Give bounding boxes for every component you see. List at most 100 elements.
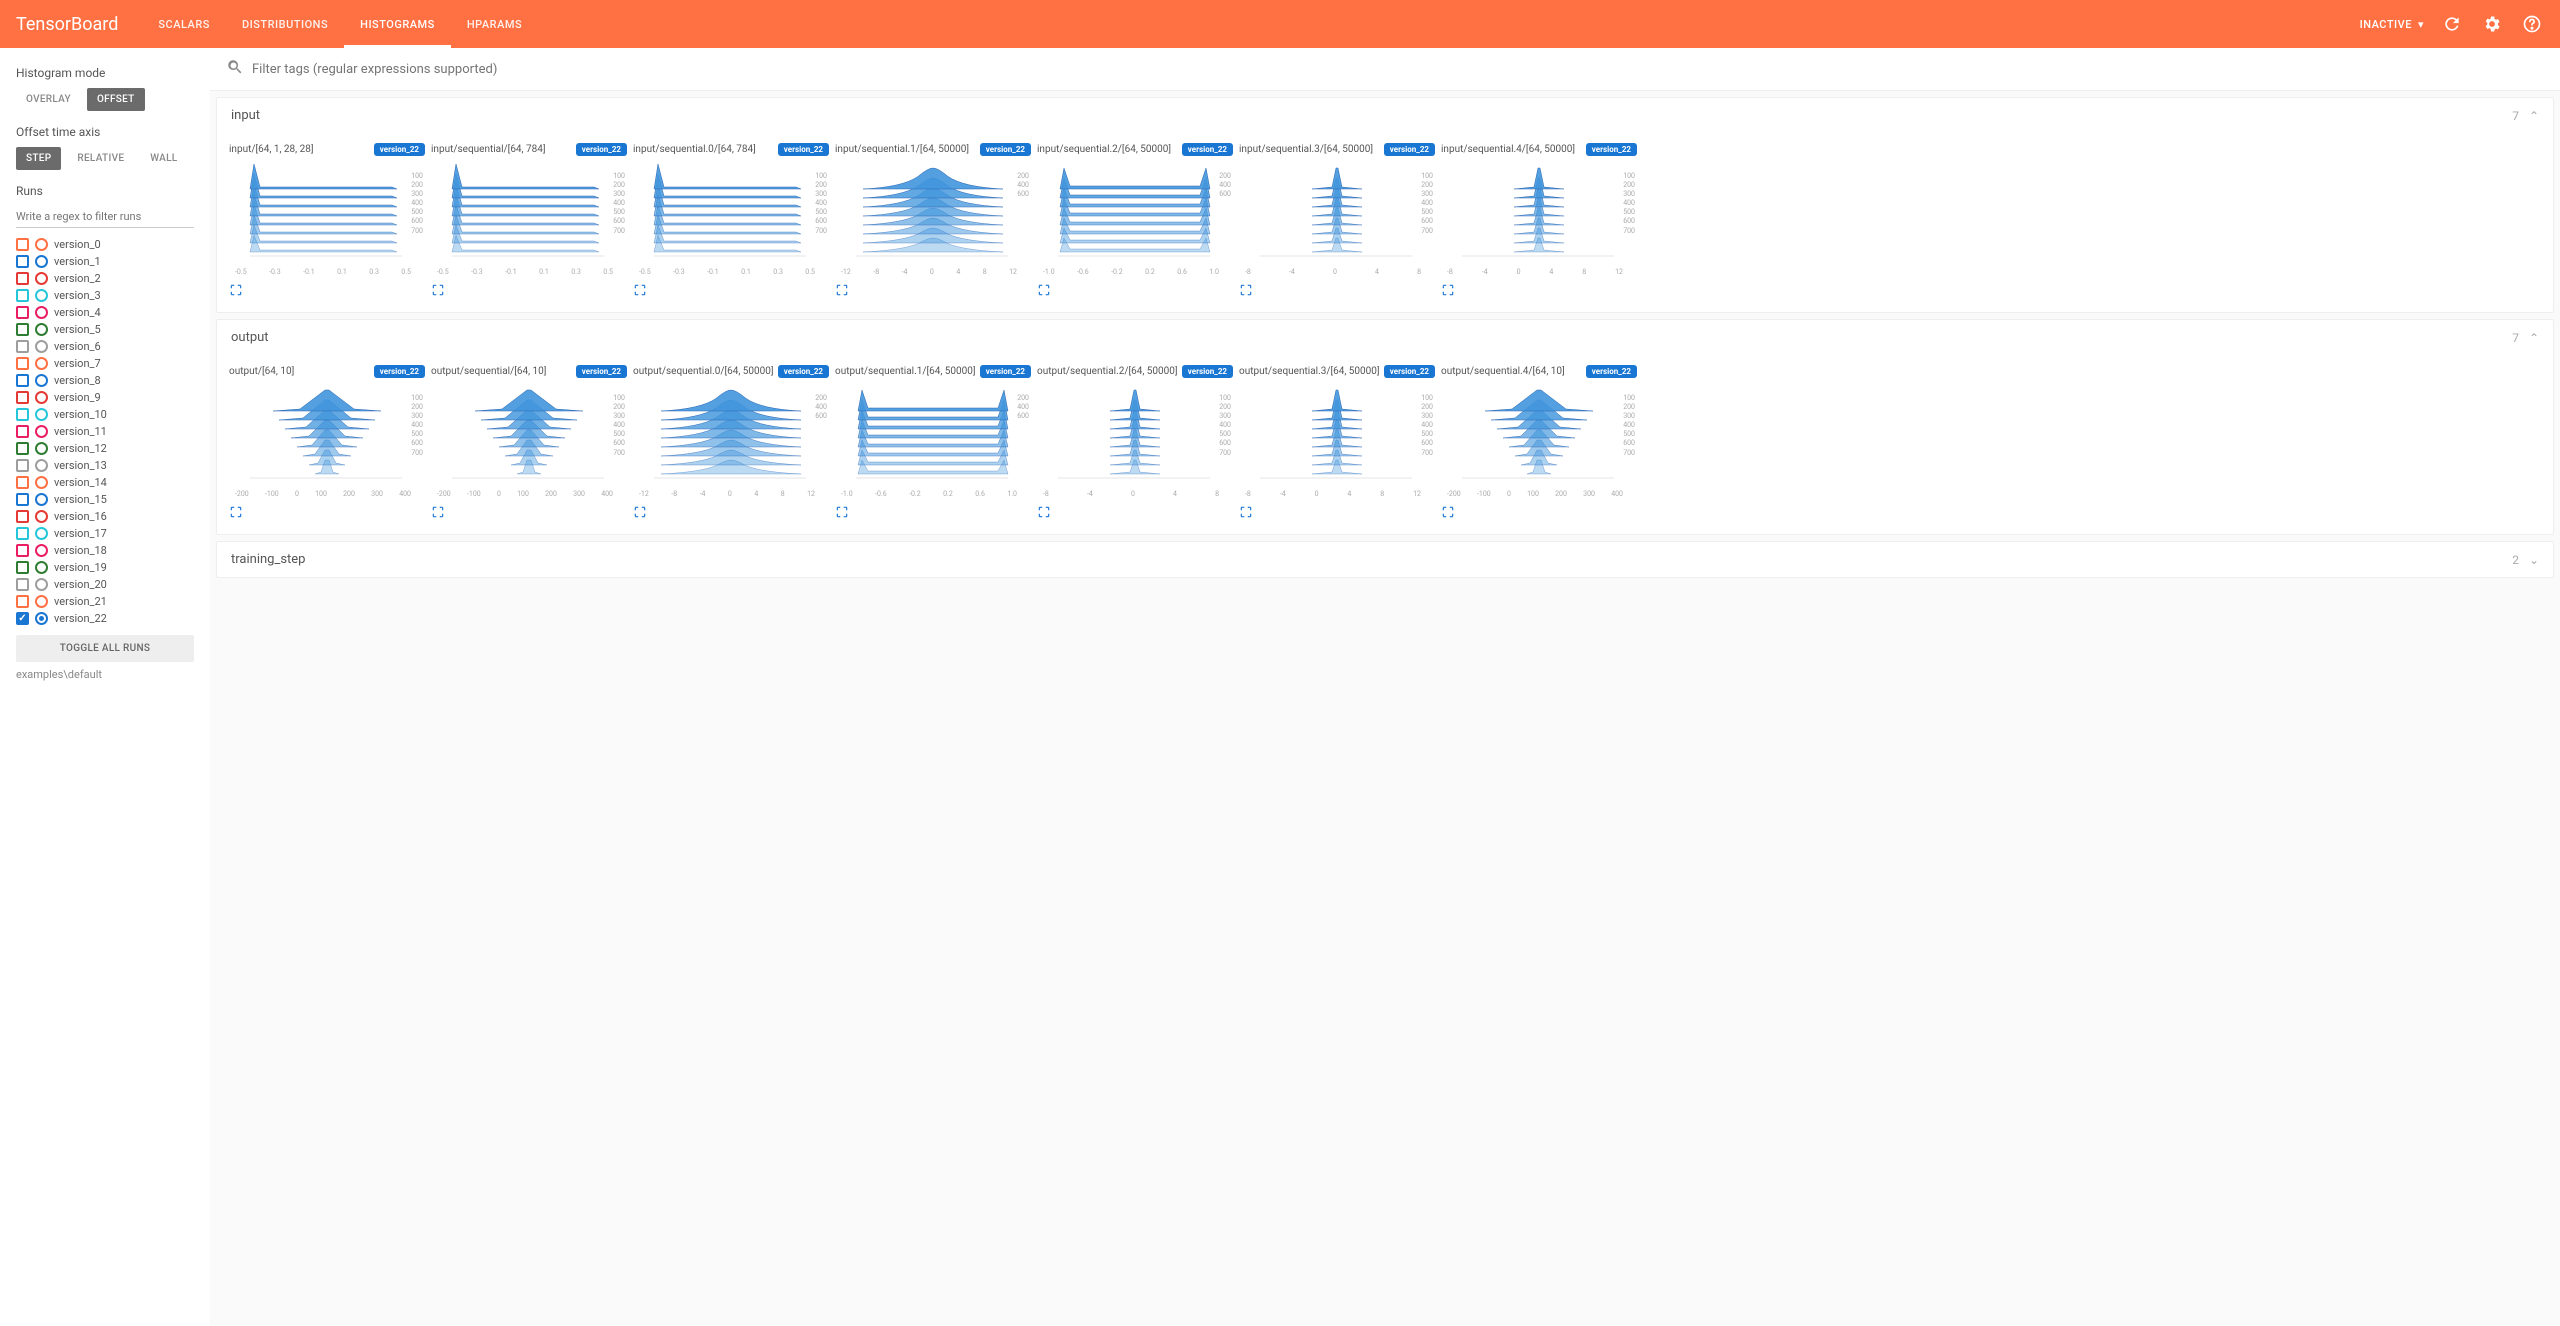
fullscreen-icon[interactable] xyxy=(431,282,445,296)
run-row-version_15[interactable]: version_15 xyxy=(16,491,194,508)
help-icon[interactable] xyxy=(2520,12,2544,36)
run-checkbox[interactable] xyxy=(16,493,29,506)
chart-plot-area[interactable]: 100200300400500600700 xyxy=(1441,164,1637,264)
tag-filter-input[interactable] xyxy=(252,62,2544,77)
run-row-version_18[interactable]: version_18 xyxy=(16,542,194,559)
chart-plot-area[interactable]: 100200300400500600700 xyxy=(431,164,627,264)
chart-plot-area[interactable]: 100200300400500600700 xyxy=(431,386,627,486)
offset-mode-relative[interactable]: RELATIVE xyxy=(67,147,134,170)
run-radio[interactable] xyxy=(35,459,48,472)
run-checkbox[interactable] xyxy=(16,238,29,251)
chart-plot-area[interactable]: 200400600 xyxy=(633,386,829,486)
run-row-version_4[interactable]: version_4 xyxy=(16,304,194,321)
run-radio[interactable] xyxy=(35,340,48,353)
gear-icon[interactable] xyxy=(2480,12,2504,36)
run-row-version_7[interactable]: version_7 xyxy=(16,355,194,372)
run-checkbox[interactable] xyxy=(16,306,29,319)
run-radio[interactable] xyxy=(35,493,48,506)
run-row-version_3[interactable]: version_3 xyxy=(16,287,194,304)
group-header[interactable]: output7⌃ xyxy=(217,320,2553,355)
run-row-version_19[interactable]: version_19 xyxy=(16,559,194,576)
run-checkbox[interactable] xyxy=(16,561,29,574)
histogram-mode-offset[interactable]: OFFSET xyxy=(87,88,145,111)
refresh-icon[interactable] xyxy=(2440,12,2464,36)
fullscreen-icon[interactable] xyxy=(633,504,647,518)
run-radio[interactable] xyxy=(35,425,48,438)
run-radio[interactable] xyxy=(35,408,48,421)
tab-scalars[interactable]: SCALARS xyxy=(142,0,226,48)
run-checkbox[interactable] xyxy=(16,323,29,336)
fullscreen-icon[interactable] xyxy=(1037,504,1051,518)
run-row-version_21[interactable]: version_21 xyxy=(16,593,194,610)
run-radio[interactable] xyxy=(35,510,48,523)
run-checkbox[interactable] xyxy=(16,340,29,353)
run-radio[interactable] xyxy=(35,306,48,319)
run-radio[interactable] xyxy=(35,527,48,540)
chart-plot-area[interactable]: 200400600 xyxy=(835,164,1031,264)
run-checkbox[interactable] xyxy=(16,527,29,540)
run-radio[interactable] xyxy=(35,476,48,489)
run-row-version_8[interactable]: version_8 xyxy=(16,372,194,389)
fullscreen-icon[interactable] xyxy=(229,504,243,518)
run-radio[interactable] xyxy=(35,578,48,591)
run-radio[interactable] xyxy=(35,391,48,404)
run-checkbox[interactable] xyxy=(16,289,29,302)
run-radio[interactable] xyxy=(35,544,48,557)
run-radio[interactable] xyxy=(35,323,48,336)
tab-hparams[interactable]: HPARAMS xyxy=(451,0,538,48)
fullscreen-icon[interactable] xyxy=(431,504,445,518)
run-row-version_16[interactable]: version_16 xyxy=(16,508,194,525)
run-row-version_0[interactable]: version_0 xyxy=(16,236,194,253)
run-row-version_2[interactable]: version_2 xyxy=(16,270,194,287)
run-checkbox[interactable] xyxy=(16,595,29,608)
run-radio[interactable] xyxy=(35,357,48,370)
fullscreen-icon[interactable] xyxy=(1037,282,1051,296)
fullscreen-icon[interactable] xyxy=(1441,504,1455,518)
run-row-version_22[interactable]: version_22 xyxy=(16,610,194,627)
run-radio[interactable] xyxy=(35,289,48,302)
fullscreen-icon[interactable] xyxy=(1239,504,1253,518)
run-checkbox[interactable] xyxy=(16,357,29,370)
run-row-version_13[interactable]: version_13 xyxy=(16,457,194,474)
fullscreen-icon[interactable] xyxy=(1441,282,1455,296)
run-checkbox[interactable] xyxy=(16,578,29,591)
reload-status-dropdown[interactable]: INACTIVE ▾ xyxy=(2360,18,2424,31)
run-radio[interactable] xyxy=(35,595,48,608)
run-radio[interactable] xyxy=(35,561,48,574)
run-checkbox[interactable] xyxy=(16,255,29,268)
tab-histograms[interactable]: HISTOGRAMS xyxy=(344,0,451,48)
run-radio[interactable] xyxy=(35,374,48,387)
run-checkbox[interactable] xyxy=(16,425,29,438)
chart-plot-area[interactable]: 100200300400500600700 xyxy=(1239,386,1435,486)
run-radio[interactable] xyxy=(35,255,48,268)
run-radio[interactable] xyxy=(35,238,48,251)
run-row-version_1[interactable]: version_1 xyxy=(16,253,194,270)
run-row-version_10[interactable]: version_10 xyxy=(16,406,194,423)
group-header[interactable]: training_step2⌄ xyxy=(217,542,2553,577)
chart-plot-area[interactable]: 100200300400500600700 xyxy=(633,164,829,264)
chart-plot-area[interactable]: 200400600 xyxy=(1037,164,1233,264)
offset-mode-wall[interactable]: WALL xyxy=(140,147,187,170)
group-header[interactable]: input7⌃ xyxy=(217,98,2553,133)
chart-plot-area[interactable]: 100200300400500600700 xyxy=(1239,164,1435,264)
run-checkbox[interactable] xyxy=(16,459,29,472)
run-row-version_11[interactable]: version_11 xyxy=(16,423,194,440)
run-checkbox[interactable] xyxy=(16,476,29,489)
run-checkbox[interactable] xyxy=(16,391,29,404)
run-checkbox[interactable] xyxy=(16,408,29,421)
run-radio[interactable] xyxy=(35,272,48,285)
chart-plot-area[interactable]: 200400600 xyxy=(835,386,1031,486)
fullscreen-icon[interactable] xyxy=(633,282,647,296)
run-checkbox[interactable] xyxy=(16,272,29,285)
run-checkbox[interactable] xyxy=(16,510,29,523)
fullscreen-icon[interactable] xyxy=(835,282,849,296)
fullscreen-icon[interactable] xyxy=(835,504,849,518)
run-checkbox[interactable] xyxy=(16,544,29,557)
chart-plot-area[interactable]: 100200300400500600700 xyxy=(229,164,425,264)
tab-distributions[interactable]: DISTRIBUTIONS xyxy=(226,0,344,48)
chart-plot-area[interactable]: 100200300400500600700 xyxy=(1037,386,1233,486)
chart-plot-area[interactable]: 100200300400500600700 xyxy=(1441,386,1637,486)
run-checkbox[interactable] xyxy=(16,442,29,455)
fullscreen-icon[interactable] xyxy=(229,282,243,296)
offset-mode-step[interactable]: STEP xyxy=(16,147,61,170)
